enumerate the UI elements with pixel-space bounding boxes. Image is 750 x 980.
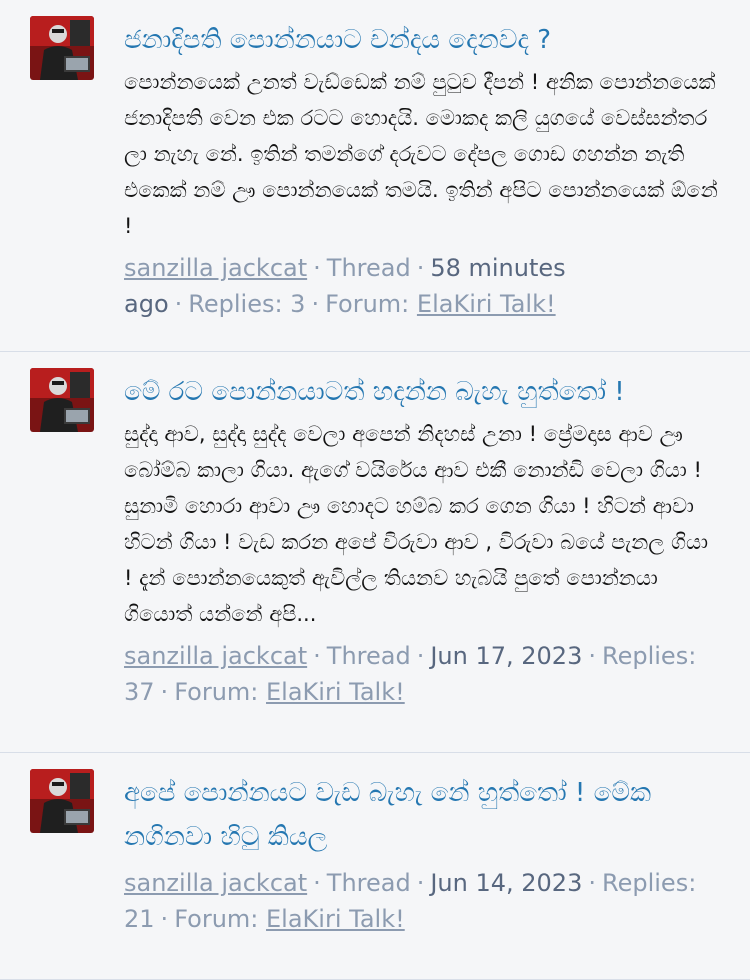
- thread-title-link[interactable]: මේ රට පොන්නයාටත් හදන්න බැහැ හුත්තෝ !: [124, 370, 720, 414]
- author-link[interactable]: sanzilla jackcat: [124, 254, 307, 282]
- content-type: Thread: [326, 642, 411, 670]
- thread-title-link[interactable]: අපේ පොන්නයට වැඩ බැහැ නේ හුත්තෝ ! මේක නගි…: [124, 771, 720, 859]
- result-content: මේ රට පොන්නයාටත් හදන්න බැහැ හුත්තෝ ! සුද…: [124, 352, 720, 710]
- forum-link[interactable]: ElaKiri Talk!: [266, 678, 405, 706]
- result-meta: sanzilla jackcat · Thread · Jun 17, 2023 · Rep…: [124, 642, 697, 706]
- avatar[interactable]: [30, 769, 94, 833]
- author-link[interactable]: sanzilla jackcat: [124, 642, 307, 670]
- avatar[interactable]: [30, 16, 94, 80]
- result-content: ජනාදිපති පොන්නයාට චන්දය දෙනවද ? පොන්නයෙක…: [124, 0, 720, 322]
- search-result: මේ රට පොන්නයාටත් හදන්න බැහැ හුත්තෝ ! සුද…: [0, 352, 750, 753]
- reply-count: Replies: 3: [188, 290, 306, 318]
- forum-link[interactable]: ElaKiri Talk!: [266, 905, 405, 933]
- avatar[interactable]: [30, 368, 94, 432]
- forum-prefix: Forum:: [174, 905, 259, 933]
- result-snippet: පොන්නයෙක් උනත් වැඩ්ඩෙක් නම් පුටුව දීපන් …: [124, 70, 718, 238]
- result-content: අපේ පොන්නයට වැඩ බැහැ නේ හුත්තෝ ! මේක නගි…: [124, 753, 720, 937]
- result-meta: sanzilla jackcat · Thread · Jun 14, 2023 · Rep…: [124, 869, 697, 933]
- content-type: Thread: [326, 869, 411, 897]
- thread-title-link[interactable]: ජනාදිපති පොන්නයාට චන්දය දෙනවද ?: [124, 18, 720, 62]
- post-date: Jun 17, 2023: [430, 642, 583, 670]
- search-result: ජනාදිපති පොන්නයාට චන්දය දෙනවද ? පොන්නයෙක…: [0, 0, 750, 352]
- forum-link[interactable]: ElaKiri Talk!: [417, 290, 556, 318]
- search-result: අපේ පොන්නයට වැඩ බැහැ නේ හුත්තෝ ! මේක නගි…: [0, 753, 750, 980]
- post-date: Jun 14, 2023: [430, 869, 583, 897]
- result-meta: sanzilla jackcat · Thread · 58 minutes ago · R…: [124, 254, 566, 318]
- forum-prefix: Forum:: [174, 678, 259, 706]
- content-type: Thread: [326, 254, 411, 282]
- result-snippet: සුද්දා ආව, සුද්දා සුද්ද වෙලා අපෙන් නිදහස…: [124, 422, 709, 626]
- forum-prefix: Forum:: [325, 290, 410, 318]
- author-link[interactable]: sanzilla jackcat: [124, 869, 307, 897]
